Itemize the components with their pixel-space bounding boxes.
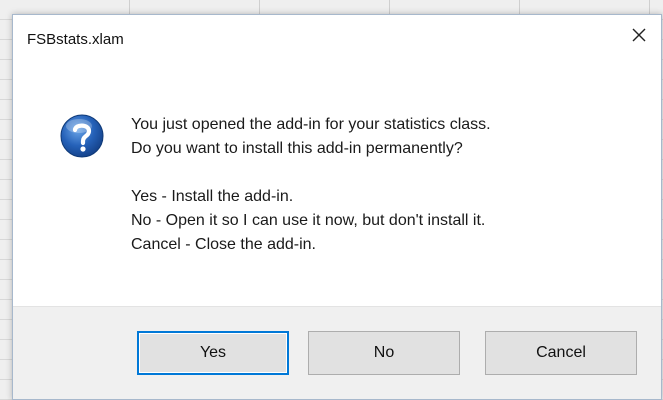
- option-line-no: No - Open it so I can use it now, but do…: [131, 212, 486, 229]
- close-button[interactable]: [617, 15, 661, 55]
- close-icon: [631, 27, 647, 43]
- dialog-content: You just opened the add-in for your stat…: [13, 61, 661, 309]
- dialog-message: You just opened the add-in for your stat…: [131, 113, 641, 257]
- message-line: Do you want to install this add-in perma…: [131, 140, 463, 157]
- no-button[interactable]: No: [308, 331, 460, 375]
- dialog-button-bar: Yes No Cancel: [13, 306, 661, 399]
- yes-button[interactable]: Yes: [137, 331, 289, 375]
- question-icon: [59, 113, 105, 159]
- option-line-yes: Yes - Install the add-in.: [131, 188, 294, 205]
- message-dialog: FSBstats.xlam You just opened the add-in…: [12, 14, 662, 400]
- dialog-title: FSBstats.xlam: [27, 31, 124, 48]
- cancel-button[interactable]: Cancel: [485, 331, 637, 375]
- message-line: You just opened the add-in for your stat…: [131, 116, 491, 133]
- dialog-titlebar: FSBstats.xlam: [13, 15, 661, 61]
- option-line-cancel: Cancel - Close the add-in.: [131, 236, 316, 253]
